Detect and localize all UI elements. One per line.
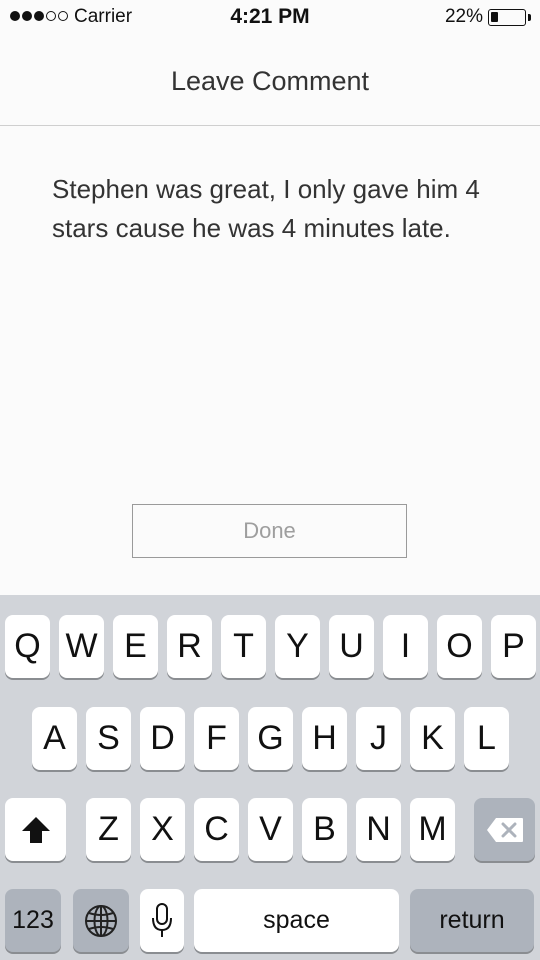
microphone-icon — [152, 902, 172, 937]
key-h[interactable]: H — [302, 707, 347, 770]
keyboard: Q W E R T Y U I O P A S D F G H J K L Z … — [0, 595, 540, 960]
nav-header: Leave Comment — [0, 36, 540, 126]
backspace-icon — [486, 817, 523, 842]
space-key[interactable]: space — [194, 889, 399, 952]
battery-nub — [528, 14, 531, 21]
key-s[interactable]: S — [86, 707, 131, 770]
key-l[interactable]: L — [464, 707, 509, 770]
key-c[interactable]: C — [194, 798, 239, 861]
battery-percent: 22% — [444, 6, 483, 27]
key-d[interactable]: D — [140, 707, 185, 770]
shift-key[interactable] — [5, 798, 66, 861]
key-w[interactable]: W — [59, 615, 104, 678]
battery-icon — [488, 9, 526, 26]
key-u[interactable]: U — [329, 615, 374, 678]
status-bar: Carrier 4:21 PM 22% — [0, 0, 540, 36]
comment-text-area[interactable]: Stephen was great, I only gave him 4 sta… — [52, 170, 502, 248]
key-y[interactable]: Y — [275, 615, 320, 678]
battery-level — [491, 12, 498, 22]
key-e[interactable]: E — [113, 615, 158, 678]
done-button[interactable]: Done — [132, 504, 407, 558]
key-x[interactable]: X — [140, 798, 185, 861]
numbers-key[interactable]: 123 — [5, 889, 61, 952]
globe-icon — [85, 904, 117, 937]
delete-key[interactable] — [474, 798, 535, 861]
return-key[interactable]: return — [410, 889, 534, 952]
key-g[interactable]: G — [248, 707, 293, 770]
dictation-key[interactable] — [140, 889, 184, 952]
key-z[interactable]: Z — [86, 798, 131, 861]
key-k[interactable]: K — [410, 707, 455, 770]
globe-key[interactable] — [73, 889, 129, 952]
key-m[interactable]: M — [410, 798, 455, 861]
key-f[interactable]: F — [194, 707, 239, 770]
shift-arrow-icon — [21, 816, 50, 843]
key-q[interactable]: Q — [5, 615, 50, 678]
key-t[interactable]: T — [221, 615, 266, 678]
key-v[interactable]: V — [248, 798, 293, 861]
key-r[interactable]: R — [167, 615, 212, 678]
key-p[interactable]: P — [491, 615, 536, 678]
key-a[interactable]: A — [32, 707, 77, 770]
key-i[interactable]: I — [383, 615, 428, 678]
key-o[interactable]: O — [437, 615, 482, 678]
key-j[interactable]: J — [356, 707, 401, 770]
page-title: Leave Comment — [170, 66, 370, 96]
key-n[interactable]: N — [356, 798, 401, 861]
key-b[interactable]: B — [302, 798, 347, 861]
